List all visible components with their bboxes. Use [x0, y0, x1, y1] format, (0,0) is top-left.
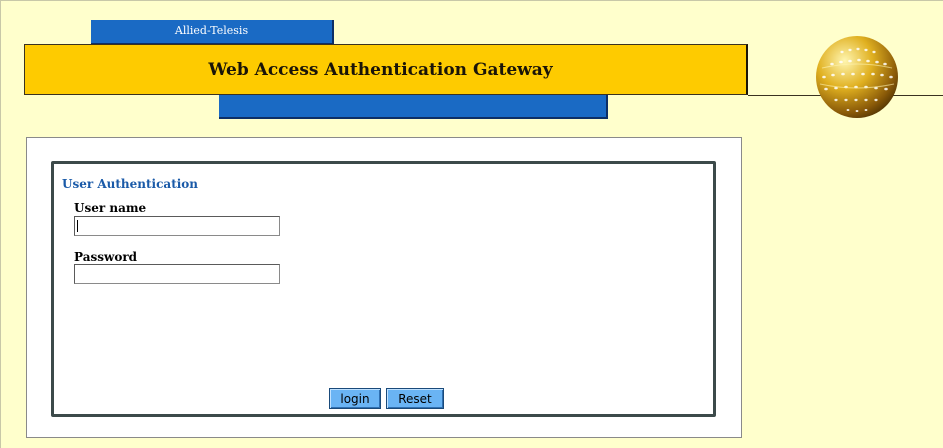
brand-tab: Allied-Telesis — [91, 20, 334, 44]
login-form: User Authentication User name Password l… — [51, 161, 716, 417]
brand-name: Allied-Telesis — [174, 24, 249, 37]
password-input[interactable] — [74, 264, 280, 284]
globe-icon — [816, 36, 898, 118]
reset-button[interactable]: Reset — [386, 388, 444, 409]
header-accent-bar — [219, 95, 608, 119]
login-panel: User Authentication User name Password l… — [26, 137, 742, 438]
page-title: Web Access Authentication Gateway — [208, 59, 553, 80]
login-button[interactable]: login — [329, 388, 381, 409]
username-input[interactable] — [74, 216, 280, 236]
section-title: User Authentication — [62, 177, 199, 191]
username-label: User name — [74, 201, 147, 215]
password-label: Password — [74, 250, 138, 264]
header-banner: Web Access Authentication Gateway — [24, 44, 748, 95]
text-caret — [77, 220, 78, 232]
top-border — [0, 0, 943, 1]
left-border — [0, 0, 1, 448]
